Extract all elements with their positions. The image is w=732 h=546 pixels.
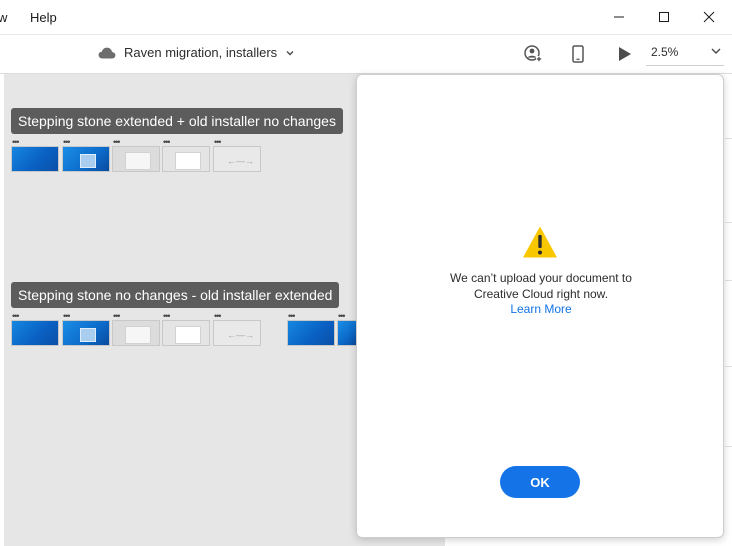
chevron-down-icon	[711, 48, 721, 54]
minimize-icon	[614, 16, 624, 18]
thumbnail-image	[11, 320, 59, 346]
artboard-thumbnail[interactable]: •••	[11, 138, 59, 172]
thumbnail-image: ←—→	[213, 320, 261, 346]
document-title-dropdown[interactable]: Raven migration, installers	[98, 45, 295, 60]
artboard-thumbnail[interactable]: •••	[62, 312, 110, 346]
title-bar: w Help	[0, 0, 732, 35]
learn-more-link[interactable]: Learn More	[357, 302, 725, 316]
thumbnail-image	[62, 320, 110, 346]
warning-icon	[523, 226, 557, 258]
thumbnail-image	[112, 320, 160, 346]
more-icon: •••	[163, 311, 171, 321]
panel-divider	[725, 138, 732, 139]
dialog-message-line: Creative Cloud right now.	[473, 287, 609, 301]
left-panel-edge	[0, 74, 4, 546]
more-icon: •••	[63, 311, 71, 321]
thumbnail-image	[11, 146, 59, 172]
close-button[interactable]	[686, 0, 732, 34]
artboard-thumbnail[interactable]: •••	[337, 312, 357, 346]
ok-button[interactable]: OK	[500, 466, 580, 498]
play-button[interactable]	[614, 43, 636, 65]
zoom-value: 2.5%	[651, 45, 679, 59]
flow-label[interactable]: Stepping stone no changes - old installe…	[11, 282, 340, 308]
more-icon: •••	[113, 137, 121, 147]
dialog-message: We can’t upload your document to Creativ…	[357, 270, 725, 302]
share-button[interactable]	[522, 43, 544, 65]
zoom-dropdown[interactable]: 2.5%	[646, 41, 724, 66]
panel-divider	[725, 446, 732, 447]
artboard-thumbnail[interactable]: •••	[162, 312, 210, 346]
artboard-thumbnail[interactable]: •••	[287, 312, 335, 346]
document-title: Raven migration, installers	[124, 45, 278, 60]
minimize-button[interactable]	[596, 0, 642, 34]
panel-divider	[725, 366, 732, 367]
device-preview-button[interactable]	[567, 43, 589, 65]
document-toolbar: Raven migration, installers 2.5%	[0, 35, 732, 74]
more-icon: •••	[12, 137, 20, 147]
more-icon: •••	[163, 137, 171, 147]
artboard-thumbnail[interactable]: •••	[112, 312, 160, 346]
artboard-thumbnail[interactable]: •••	[162, 138, 210, 172]
artboard-thumbnail[interactable]: ••• ←—→	[213, 312, 261, 346]
more-icon: •••	[214, 311, 222, 321]
share-user-icon	[524, 45, 542, 62]
thumbnail-image	[162, 320, 210, 346]
chevron-down-icon	[286, 50, 294, 55]
flow-label[interactable]: Stepping stone extended + old installer …	[11, 108, 343, 134]
thumbnail-image	[287, 320, 335, 346]
menu-item-view[interactable]: w	[0, 10, 7, 25]
artboard-thumbnail[interactable]: •••	[11, 312, 59, 346]
dialog-message-line: We can’t upload your document to	[450, 271, 632, 285]
more-icon: •••	[113, 311, 121, 321]
more-icon: •••	[288, 311, 296, 321]
upload-error-dialog: We can’t upload your document to Creativ…	[356, 74, 724, 538]
close-icon	[703, 11, 715, 23]
more-icon: •••	[63, 137, 71, 147]
menu-item-help[interactable]: Help	[30, 10, 57, 25]
more-icon: •••	[338, 311, 346, 321]
artboard-thumbnail[interactable]: •••	[62, 138, 110, 172]
more-icon: •••	[214, 137, 222, 147]
maximize-button[interactable]	[641, 0, 687, 34]
artboard-thumbnail[interactable]: •••	[112, 138, 160, 172]
panel-divider	[725, 280, 732, 281]
thumbnail-image	[62, 146, 110, 172]
maximize-icon	[659, 12, 669, 22]
panel-divider	[725, 222, 732, 223]
cloud-icon	[98, 47, 116, 58]
thumbnail-image: ←—→	[213, 146, 261, 172]
mobile-device-icon	[572, 45, 584, 63]
more-icon: •••	[12, 311, 20, 321]
thumbnail-image	[162, 146, 210, 172]
thumbnail-image	[337, 320, 357, 346]
play-icon	[619, 47, 631, 61]
artboard-thumbnail[interactable]: ••• ←—→	[213, 138, 261, 172]
thumbnail-image	[112, 146, 160, 172]
